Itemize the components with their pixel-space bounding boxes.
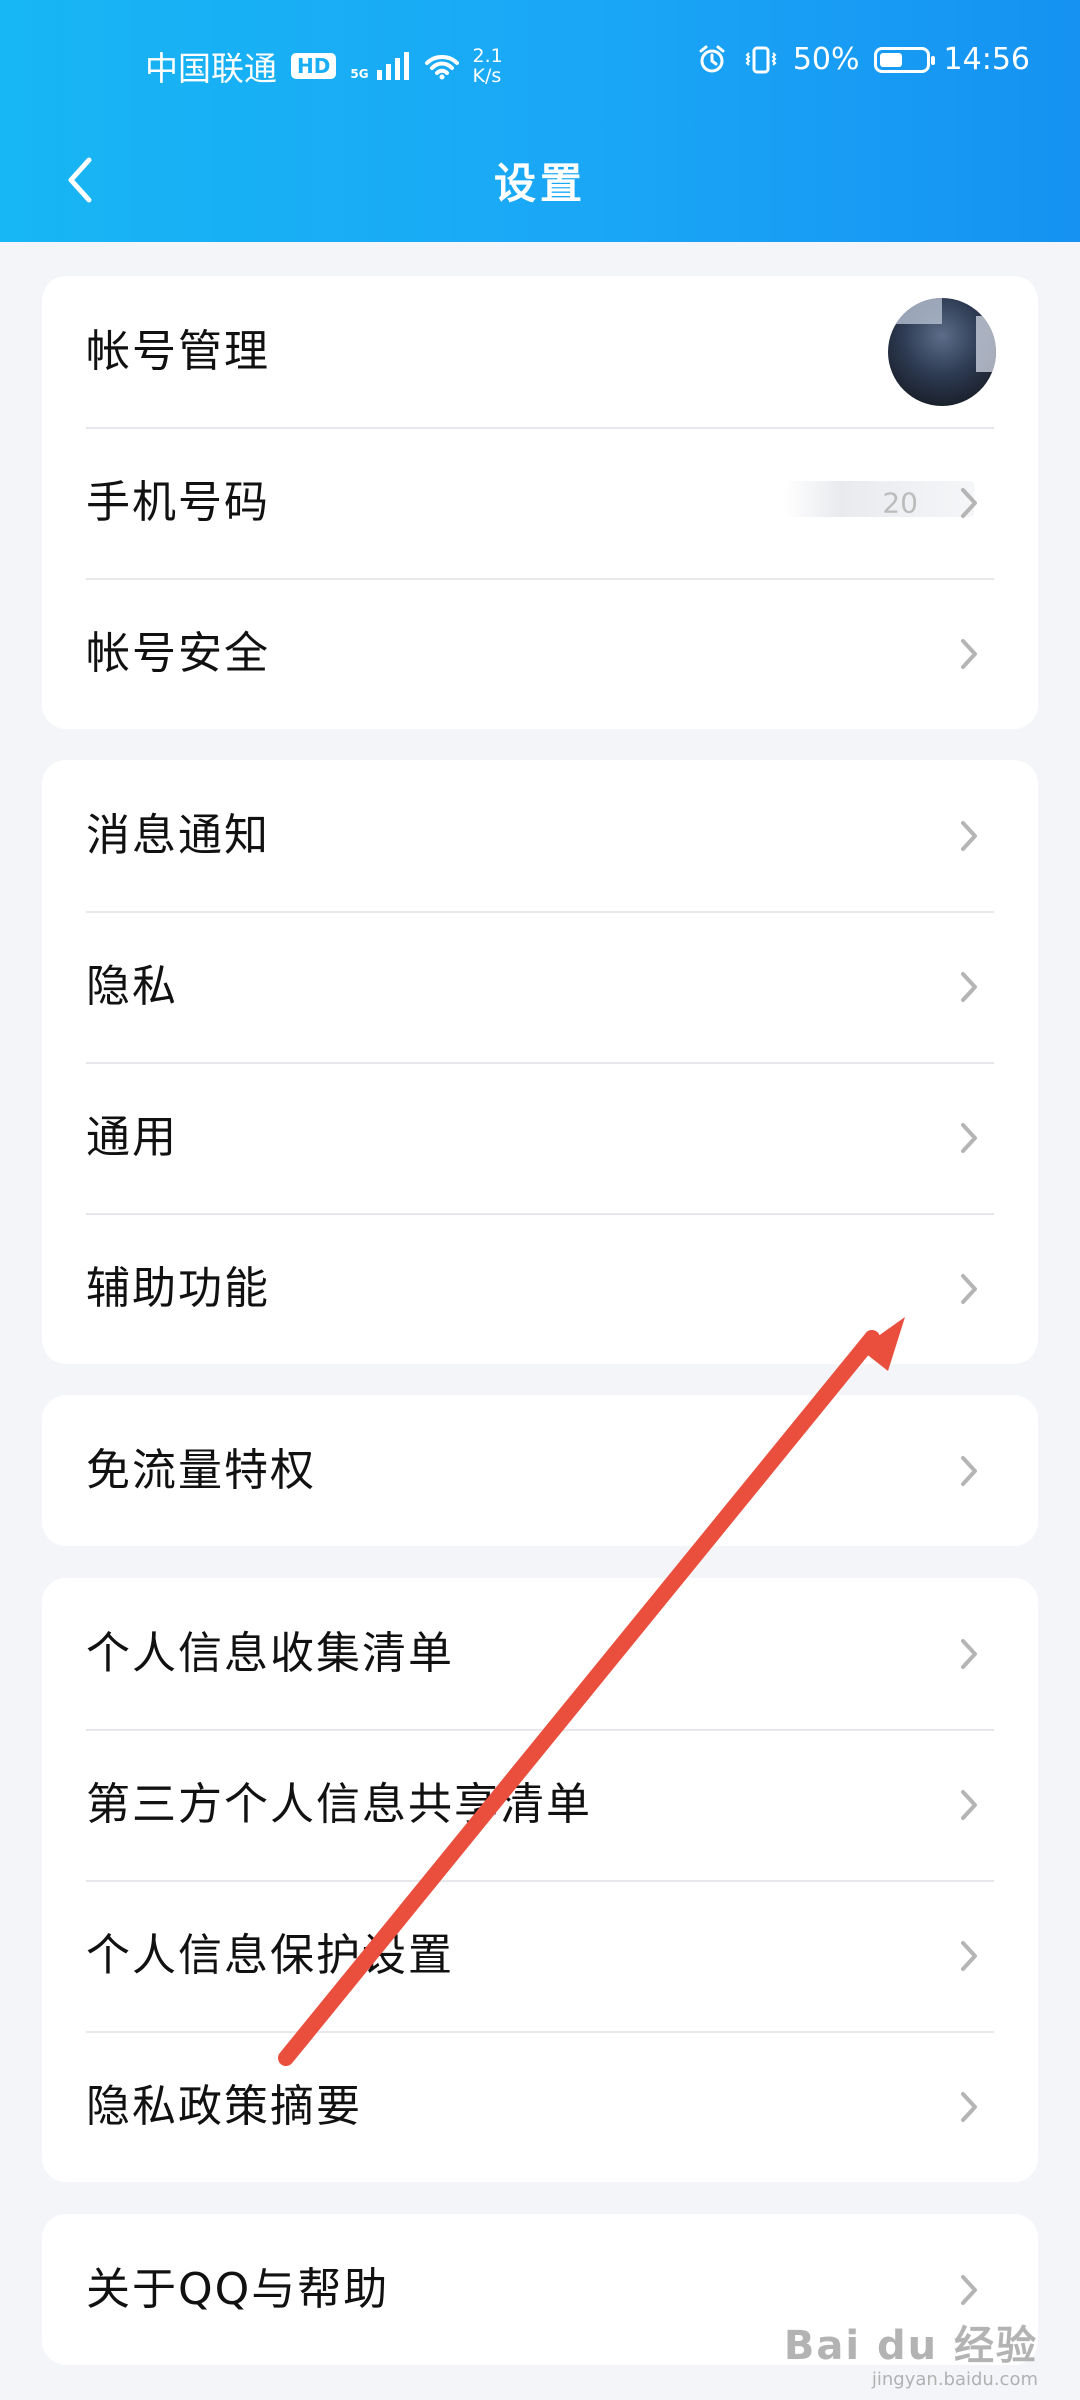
settings-row-label: 辅助功能 (86, 1262, 270, 1314)
settings-row-general[interactable]: 通用 (42, 1062, 1038, 1213)
chevron-right-icon (961, 1122, 977, 1153)
settings-row-label: 消息通知 (86, 809, 270, 861)
settings-row-account-management[interactable]: 帐号管理 (42, 276, 1038, 427)
battery-fill (879, 52, 902, 67)
settings-row-phone-number[interactable]: 手机号码 20 (42, 427, 1038, 578)
personal-info-card: 个人信息收集清单 第三方个人信息共享清单 个人信息保护设置 隐私政策摘要 (42, 1578, 1038, 2182)
settings-row-third-party-sharing-list[interactable]: 第三方个人信息共享清单 (42, 1729, 1038, 1880)
vibrate-icon (745, 46, 777, 73)
settings-row-account-security[interactable]: 帐号安全 (42, 578, 1038, 729)
title-row: 设置 (0, 140, 1080, 220)
settings-row-label: 手机号码 (86, 476, 270, 528)
settings-row-privacy-policy-summary[interactable]: 隐私政策摘要 (42, 2031, 1038, 2182)
settings-row-message-notifications[interactable]: 消息通知 (42, 760, 1038, 911)
battery-icon (873, 46, 935, 73)
phone-number-value: 20 (882, 486, 918, 519)
settings-row-label: 关于QQ与帮助 (86, 2263, 390, 2315)
status-time: 14:56 (943, 42, 1030, 77)
settings-row-label: 帐号安全 (86, 627, 270, 679)
settings-row-personal-info-protection[interactable]: 个人信息保护设置 (42, 1880, 1038, 2031)
chevron-right-icon (961, 1638, 977, 1669)
carrier-name: 中国联通 (145, 49, 277, 88)
masked-phone-number (784, 481, 974, 517)
chevron-right-icon (961, 971, 977, 1002)
settings-row-label: 个人信息保护设置 (86, 1929, 454, 1981)
status-right: 50% 14:56 (695, 42, 1030, 77)
network-speed: 2.1 K/s (473, 46, 503, 86)
signal-icon: 5G (350, 52, 409, 81)
chevron-right-icon (961, 1940, 977, 1971)
chevron-right-icon (961, 2091, 977, 2122)
settings-row-label: 个人信息收集清单 (86, 1627, 454, 1679)
chevron-right-icon (961, 487, 977, 518)
alarm-icon (699, 45, 725, 72)
settings-row-label: 隐私政策摘要 (86, 2080, 362, 2132)
settings-row-label: 第三方个人信息共享清单 (86, 1778, 592, 1830)
status-left: 中国联通 HD 5G 2.1 K/s (145, 42, 503, 90)
signal-bar-3 (394, 58, 400, 80)
settings-row-label: 免流量特权 (86, 1444, 316, 1496)
settings-row-label: 隐私 (86, 960, 178, 1012)
page-title: 设置 (493, 158, 586, 208)
watermark-brand: Bai du 经验 (783, 2323, 1038, 2369)
signal-bar-1 (376, 70, 382, 80)
data-free-card: 免流量特权 (42, 1395, 1038, 1546)
settings-row-data-free-privilege[interactable]: 免流量特权 (42, 1395, 1038, 1546)
top-header: 中国联通 HD 5G 2.1 K/s 50% 14:56 设置 (0, 0, 1080, 242)
settings-row-personal-info-list[interactable]: 个人信息收集清单 (42, 1578, 1038, 1729)
signal-bar-2 (385, 64, 391, 80)
settings-row-label: 帐号管理 (86, 325, 270, 377)
network-speed-value: 2.1 (472, 45, 503, 67)
battery-percentage: 50% (792, 42, 860, 77)
wifi-icon (424, 55, 459, 80)
chevron-right-icon (961, 2274, 977, 2305)
settings-row-accessibility[interactable]: 辅助功能 (42, 1213, 1038, 1364)
account-section-card: 帐号管理 手机号码 20 帐号安全 (42, 276, 1038, 729)
baidu-watermark: Bai du 经验 jingyan.baidu.com (784, 2313, 1038, 2390)
settings-row-privacy[interactable]: 隐私 (42, 911, 1038, 1062)
chevron-right-icon (961, 1789, 977, 1820)
network-speed-unit: K/s (472, 65, 502, 87)
hd-badge: HD (291, 53, 337, 79)
general-settings-card: 消息通知 隐私 通用 辅助功能 (42, 760, 1038, 1364)
signal-bar-4 (403, 52, 409, 80)
settings-row-label: 通用 (86, 1111, 178, 1163)
chevron-right-icon (961, 820, 977, 851)
watermark-url: jingyan.baidu.com (871, 2369, 1038, 2390)
chevron-right-icon (961, 1273, 977, 1304)
signal-label: 5G (350, 67, 369, 81)
chevron-right-icon (961, 1455, 977, 1486)
chevron-right-icon (961, 638, 977, 669)
status-bar: 中国联通 HD 5G 2.1 K/s 50% 14:56 (0, 0, 1080, 130)
avatar (888, 297, 996, 406)
